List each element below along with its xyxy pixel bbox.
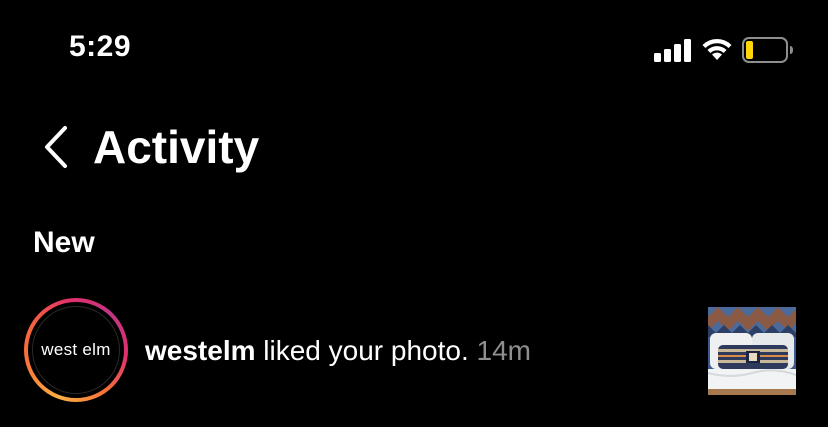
section-heading-new: New <box>33 226 95 259</box>
activity-text: westelm liked your photo. 14m <box>145 334 531 368</box>
header: Activity <box>0 110 828 190</box>
photo-image <box>708 307 796 395</box>
liked-photo-thumbnail[interactable] <box>708 307 796 395</box>
wifi-icon <box>702 38 732 60</box>
status-bar: 5:29 <box>0 0 828 100</box>
activity-timestamp: 14m <box>468 335 531 366</box>
story-ring[interactable]: west elm <box>24 298 128 402</box>
page-title: Activity <box>93 121 260 173</box>
back-button[interactable] <box>38 122 78 172</box>
activity-item[interactable]: west elm westelm liked your photo. 14m <box>0 296 828 408</box>
activity-action: liked your photo. <box>255 335 469 366</box>
avatar: west elm <box>28 302 124 398</box>
signal-icon <box>654 39 691 62</box>
status-time: 5:29 <box>69 30 132 63</box>
chevron-left-icon <box>45 126 67 168</box>
activity-username[interactable]: westelm <box>145 335 256 366</box>
avatar-logo: west elm <box>32 306 120 394</box>
battery-icon <box>742 37 793 63</box>
